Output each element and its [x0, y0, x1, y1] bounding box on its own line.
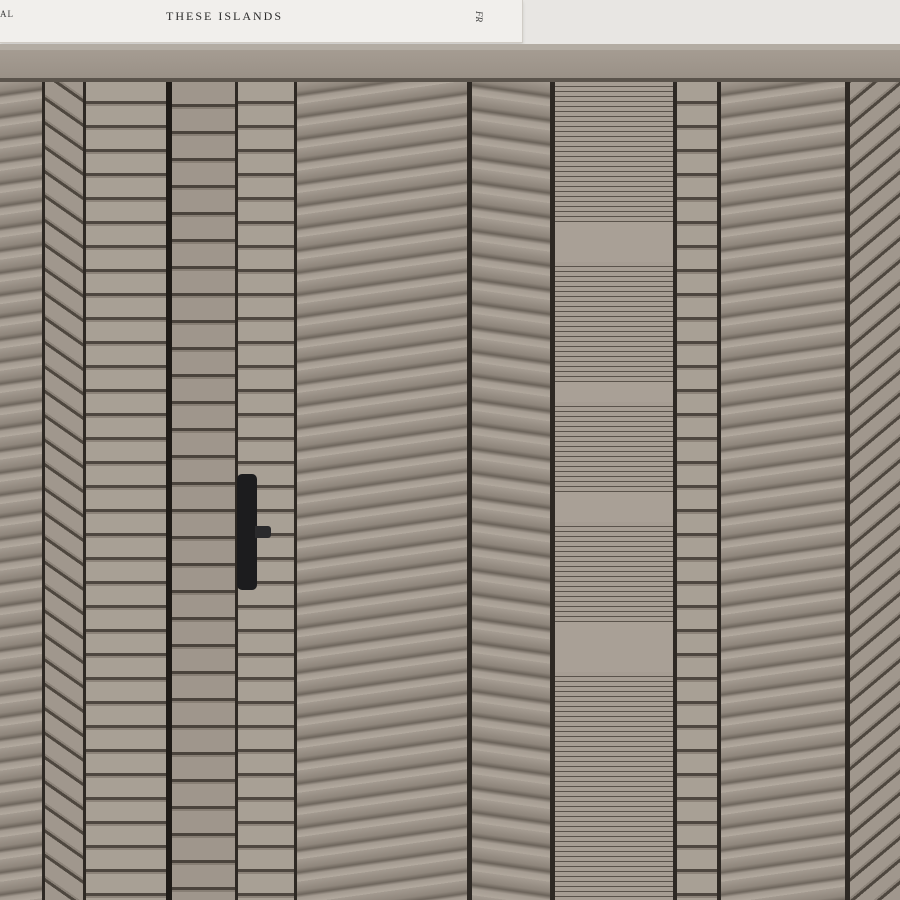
panel-blocks-4 [677, 82, 717, 900]
book-spine-text: FR [474, 11, 484, 22]
book-left-text: AL [0, 9, 14, 19]
panel-chevron-left [45, 82, 83, 900]
groove [845, 82, 850, 900]
carved-door-panels [0, 82, 900, 900]
book: AL THESE ISLANDS FR [0, 0, 523, 43]
door-handle[interactable] [237, 474, 271, 590]
scene: AL THESE ISLANDS FR [0, 0, 900, 900]
groove [550, 82, 555, 900]
groove [673, 82, 677, 900]
panel-chevron-right [850, 82, 900, 900]
panel-lines-band [555, 622, 673, 672]
groove [294, 82, 297, 900]
panel-wave-center [297, 82, 467, 900]
cabinet-top [0, 50, 900, 78]
panel-wave-narrow [472, 82, 550, 900]
handle-post [255, 526, 271, 538]
handle-bar [237, 474, 257, 590]
panel-blocks-1 [86, 82, 166, 900]
groove [83, 82, 86, 900]
groove [467, 82, 472, 900]
panel-lines-band [555, 492, 673, 522]
panel-lines-band [555, 382, 673, 402]
groove [42, 82, 45, 900]
groove [717, 82, 721, 900]
panel-blocks-2 [172, 82, 236, 900]
door-gap [166, 82, 172, 900]
book-title: THESE ISLANDS [166, 9, 284, 23]
panel-lines-band [555, 222, 673, 262]
panel-wave-left [0, 82, 42, 900]
panel-wave-right [721, 82, 845, 900]
panel-fine-lines [555, 82, 673, 900]
